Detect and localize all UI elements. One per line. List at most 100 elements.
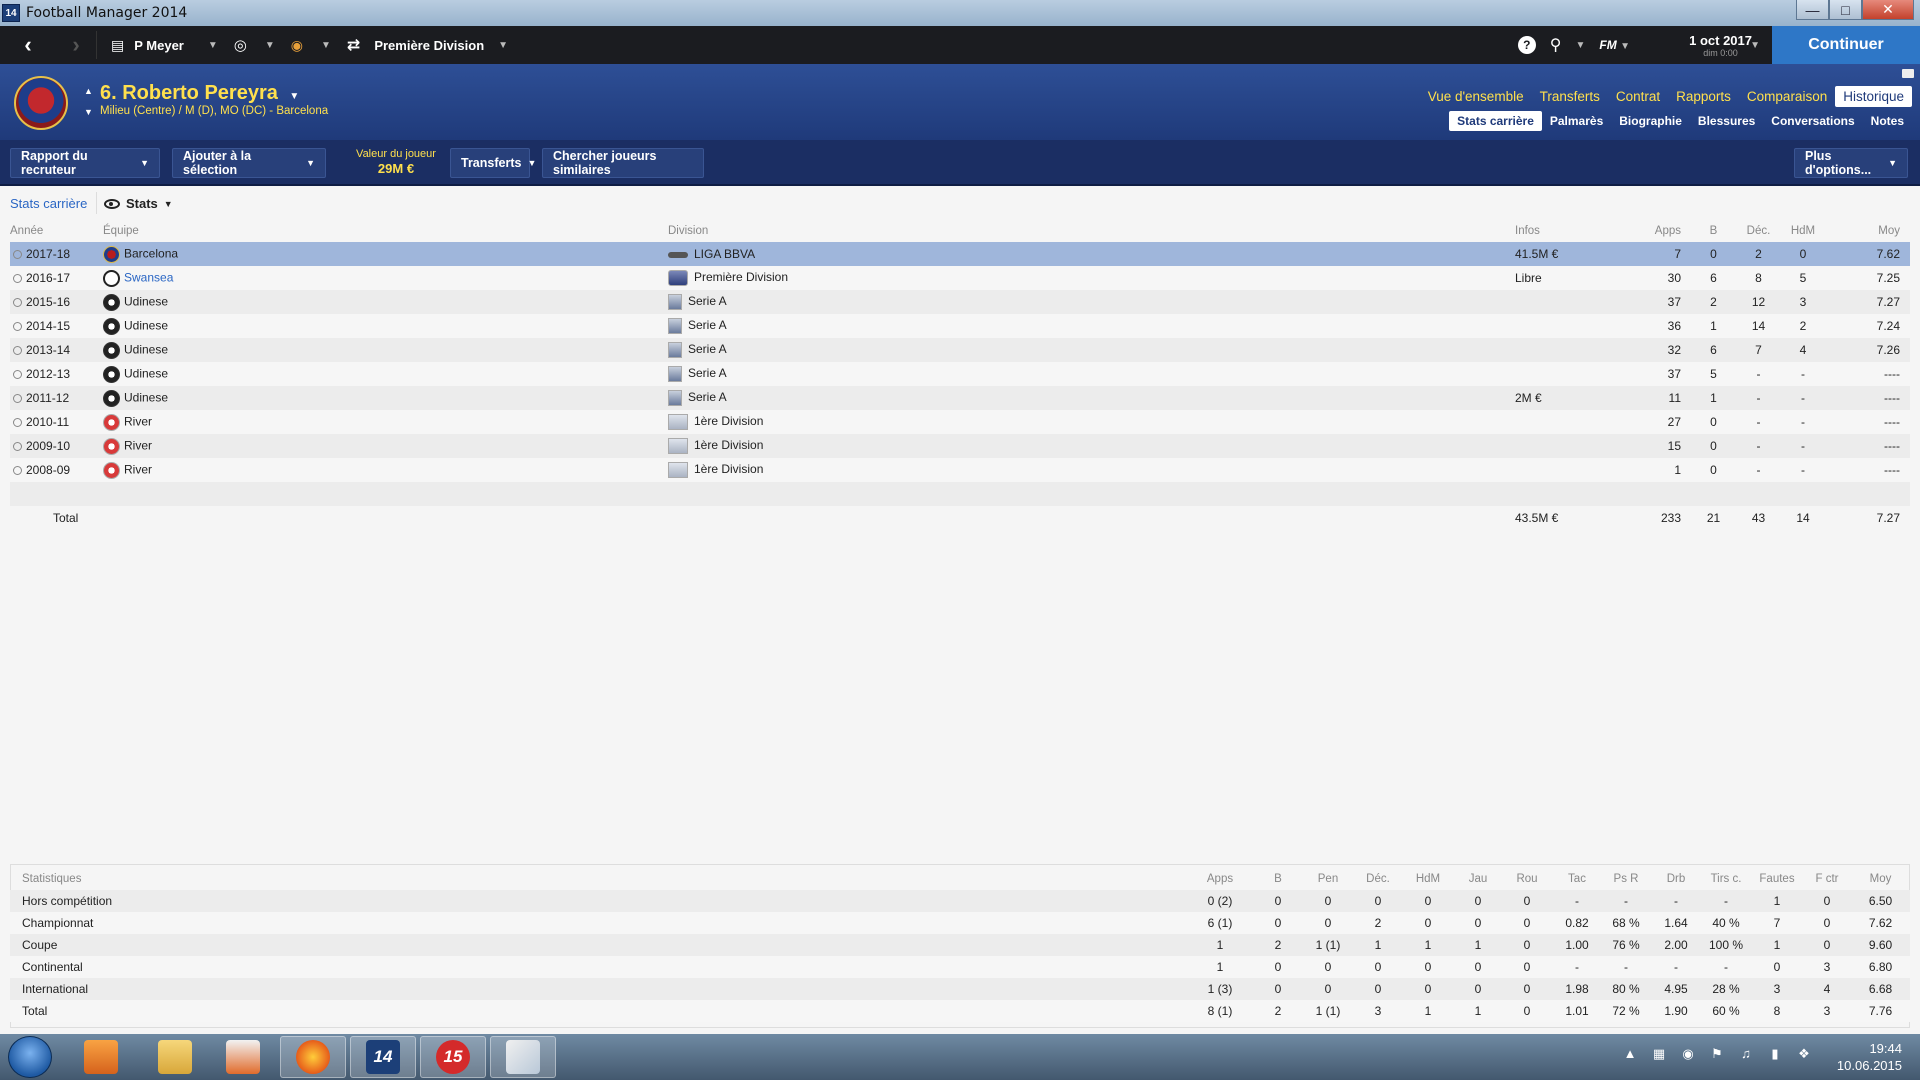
col-year[interactable]: Année [10,220,103,242]
col-dribbles[interactable]: Drb [1651,868,1701,890]
forward-arrow-icon[interactable]: › [56,26,96,64]
division-name[interactable]: Serie A [688,318,727,332]
transfers-button[interactable]: Transferts ▼ [450,148,536,178]
col-assists[interactable]: Déc. [1355,868,1401,890]
previous-player-icon[interactable]: ▲ [84,86,93,96]
division-name[interactable]: 1ère Division [694,462,763,476]
chevron-down-icon[interactable]: ▼ [1750,40,1760,51]
next-player-icon[interactable]: ▼ [84,107,93,117]
col-penalties[interactable]: Pen [1301,868,1355,890]
subtab-conversations[interactable]: Conversations [1763,111,1862,131]
row-select-icon[interactable] [13,442,22,452]
team-name[interactable]: Udinese [124,342,168,356]
player-name[interactable]: 6. Roberto Pereyra ▼ [100,82,299,105]
table-row[interactable]: 2009-10 River 1ère Division 15 0 - - ---… [10,434,1910,458]
row-select-icon[interactable] [13,322,22,332]
search-icon[interactable]: ⚲ [1550,35,1562,55]
table-row[interactable]: 2012-13 Udinese Serie A 37 5 - - ---- [10,362,1910,386]
row-select-icon[interactable] [13,274,22,284]
col-assists[interactable]: Déc. [1736,220,1781,242]
chevron-down-icon[interactable]: ▼ [289,91,299,102]
division-name[interactable]: Serie A [688,390,727,404]
col-average[interactable]: Moy [1825,220,1910,242]
division-name[interactable]: Serie A [688,366,727,380]
volume-icon[interactable]: ♫ [1738,1046,1754,1062]
continue-button[interactable]: Continuer [1772,26,1920,64]
chevron-down-icon[interactable]: ▼ [1576,40,1586,51]
stats-view-dropdown[interactable]: Stats ▼ [104,196,173,211]
back-arrow-icon[interactable]: ‹ [0,26,56,64]
row-select-icon[interactable] [13,250,22,260]
team-name[interactable]: River [124,414,152,428]
subtab-career-stats[interactable]: Stats carrière [1449,111,1542,131]
subtab-injuries[interactable]: Blessures [1690,111,1763,131]
col-team[interactable]: Équipe [103,220,668,242]
table-row[interactable]: 2008-09 River 1ère Division 1 0 - - ---- [10,458,1910,482]
taskbar-paint[interactable] [490,1036,556,1078]
team-name[interactable]: Udinese [124,390,168,404]
tab-contract[interactable]: Contrat [1608,86,1668,107]
col-fouls[interactable]: Fautes [1751,868,1803,890]
flag-icon[interactable]: ⚑ [1709,1046,1725,1062]
table-row[interactable]: 2017-18 Barcelona LIGA BBVA 41.5M € 7 0 … [10,242,1910,266]
table-row[interactable]: 2014-15 Udinese Serie A 36 1 14 2 7.24 [10,314,1910,338]
table-row[interactable]: 2011-12 Udinese Serie A 2M € 11 1 - - --… [10,386,1910,410]
team-name[interactable]: River [124,462,152,476]
show-hidden-icons-icon[interactable]: ▲ [1622,1046,1638,1062]
fm-menu[interactable]: FM ▼ [1599,38,1630,52]
scout-report-button[interactable]: Rapport du recruteur ▼ [10,148,160,178]
club-menu[interactable]: ◎ ▼ [226,26,283,64]
division-name[interactable]: Serie A [688,294,727,308]
row-select-icon[interactable] [13,370,22,380]
col-apps[interactable]: Apps [1631,220,1691,242]
col-apps[interactable]: Apps [1185,868,1255,890]
division-name[interactable]: 1ère Division [694,438,763,452]
team-name[interactable]: Udinese [124,318,168,332]
tab-overview[interactable]: Vue d'ensemble [1420,86,1532,107]
tab-comparison[interactable]: Comparaison [1739,86,1835,107]
breadcrumb[interactable]: Stats carrière [10,196,87,211]
col-yellow[interactable]: Jau [1455,868,1501,890]
col-average[interactable]: Moy [1851,868,1910,890]
dropbox-icon[interactable]: ❖ [1796,1046,1812,1062]
team-name[interactable]: Udinese [124,294,168,308]
table-row[interactable]: 2015-16 Udinese Serie A 37 2 12 3 7.27 [10,290,1910,314]
more-options-button[interactable]: Plus d'options... ▼ [1794,148,1908,178]
taskbar-explorer[interactable] [142,1036,208,1078]
col-info[interactable]: Infos [1515,220,1631,242]
subtab-honours[interactable]: Palmarès [1542,111,1611,131]
find-similar-players-button[interactable]: Chercher joueurs similaires [542,148,704,178]
table-row[interactable]: 2016-17 Swansea Première Division Libre … [10,266,1910,290]
tab-transfers[interactable]: Transferts [1532,86,1608,107]
taskbar-fm14[interactable]: 14 [350,1036,416,1078]
tab-reports[interactable]: Rapports [1668,86,1739,107]
col-potm[interactable]: HdM [1781,220,1825,242]
battery-icon[interactable]: ▮ [1767,1046,1783,1062]
row-select-icon[interactable] [13,346,22,356]
subtab-biography[interactable]: Biographie [1611,111,1690,131]
table-row[interactable]: 2010-11 River 1ère Division 27 0 - - ---… [10,410,1910,434]
division-name[interactable]: Première Division [694,270,788,284]
team-name[interactable]: Barcelona [124,246,178,260]
row-select-icon[interactable] [13,298,22,308]
subtab-notes[interactable]: Notes [1863,111,1912,131]
col-red[interactable]: Rou [1501,868,1553,890]
minimize-button[interactable]: — [1796,0,1829,20]
windows-icon[interactable]: ▦ [1651,1046,1667,1062]
division-name[interactable]: Serie A [688,342,727,356]
taskbar-app[interactable] [210,1036,276,1078]
system-clock[interactable]: 19:44 10.06.2015 [1837,1040,1902,1074]
division-name[interactable]: 1ère Division [694,414,763,428]
taskbar-fm15[interactable]: 15 [420,1036,486,1078]
taskbar-firefox[interactable] [280,1036,346,1078]
row-select-icon[interactable] [13,418,22,428]
row-select-icon[interactable] [13,466,22,476]
panel-toggle-icon[interactable] [1902,69,1914,78]
start-button[interactable] [8,1036,52,1078]
col-potm[interactable]: HdM [1401,868,1455,890]
close-button[interactable]: ✕ [1862,0,1914,20]
tab-history[interactable]: Historique [1835,86,1912,107]
add-to-selection-button[interactable]: Ajouter à la sélection ▼ [172,148,326,178]
taskbar-media-player[interactable] [68,1036,134,1078]
col-shots-on-target[interactable]: Tirs c. [1701,868,1751,890]
